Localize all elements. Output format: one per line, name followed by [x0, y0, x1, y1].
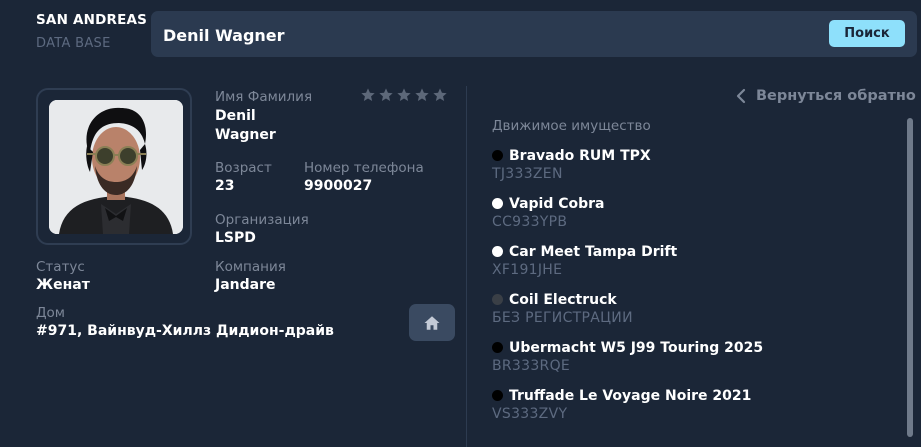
rating-stars: [360, 87, 448, 103]
search-bar: Поиск: [151, 11, 917, 59]
list-item: Coil Electruck БЕЗ РЕГИСТРАЦИИ: [492, 290, 763, 338]
vehicle-name: Coil Electruck: [509, 291, 617, 308]
home-value: #971, Вайнвуд-Хиллз Дидион-драйв: [36, 323, 334, 339]
org-value: LSPD: [215, 230, 256, 246]
star-icon: [397, 88, 411, 101]
company-value: Jandare: [215, 277, 276, 293]
first-name: Denil: [215, 108, 256, 124]
phone-value: 9900027: [304, 178, 373, 194]
home-button[interactable]: [409, 304, 455, 341]
list-item: Vapid Cobra CC933YPB: [492, 194, 763, 242]
vehicle-name: Car Meet Tampa Drift: [509, 243, 678, 260]
vehicle-plate: BR333RQE: [492, 358, 571, 374]
color-dot: [492, 294, 503, 305]
color-dot: [492, 150, 503, 161]
brand-subtitle: DATA BASE: [36, 35, 111, 51]
list-item: Ubermacht W5 J99 Touring 2025 BR333RQE: [492, 338, 763, 386]
status-label: Статус: [36, 259, 85, 275]
status-value: Женат: [36, 277, 90, 293]
brand-title: SAN ANDREAS: [36, 12, 148, 28]
company-label: Компания: [215, 259, 286, 275]
avatar: [49, 100, 183, 234]
list-item: Bravado RUM TPX TJ333ZEN: [492, 146, 763, 194]
divider: [466, 86, 467, 447]
color-dot: [492, 246, 503, 257]
star-icon: [379, 88, 393, 101]
star-icon: [433, 88, 447, 101]
search-input[interactable]: [161, 11, 815, 59]
search-button[interactable]: Поиск: [829, 20, 905, 47]
list-item: Truffade Le Voyage Noire 2021 VS333ZVY: [492, 386, 763, 434]
vehicle-plate: XF191JHE: [492, 262, 563, 278]
vehicle-plate: БЕЗ РЕГИСТРАЦИИ: [492, 310, 633, 326]
org-label: Организация: [215, 212, 309, 228]
back-label: Вернуться обратно: [756, 88, 916, 104]
scrollbar[interactable]: [907, 118, 913, 437]
age-value: 23: [215, 178, 235, 194]
brand: SAN ANDREAS DATA BASE: [36, 12, 148, 51]
color-dot: [492, 342, 503, 353]
star-icon: [415, 88, 429, 101]
vehicle-plate: VS333ZVY: [492, 406, 568, 422]
name-label: Имя Фамилия: [215, 89, 313, 105]
vehicle-name: Ubermacht W5 J99 Touring 2025: [509, 339, 764, 356]
phone-label: Номер телефона: [304, 160, 424, 176]
age-label: Возраст: [215, 160, 272, 176]
last-name: Wagner: [215, 127, 276, 143]
avatar-frame: [36, 88, 192, 245]
home-label: Дом: [36, 305, 65, 321]
back-link[interactable]: Вернуться обратно: [736, 88, 916, 104]
vehicle-list: Bravado RUM TPX TJ333ZEN Vapid Cobra CC9…: [492, 146, 763, 434]
home-icon: [424, 315, 440, 330]
vehicle-name: Truffade Le Voyage Noire 2021: [509, 387, 752, 404]
color-dot: [492, 390, 503, 401]
vehicle-plate: CC933YPB: [492, 214, 568, 230]
vehicle-plate: TJ333ZEN: [492, 166, 563, 182]
chevron-left-icon: [736, 88, 746, 104]
list-item: Car Meet Tampa Drift XF191JHE: [492, 242, 763, 290]
vehicle-name: Bravado RUM TPX: [509, 147, 651, 164]
assets-title: Движимое имущество: [492, 118, 651, 134]
vehicle-name: Vapid Cobra: [509, 195, 605, 212]
color-dot: [492, 198, 503, 209]
star-icon: [361, 88, 375, 101]
